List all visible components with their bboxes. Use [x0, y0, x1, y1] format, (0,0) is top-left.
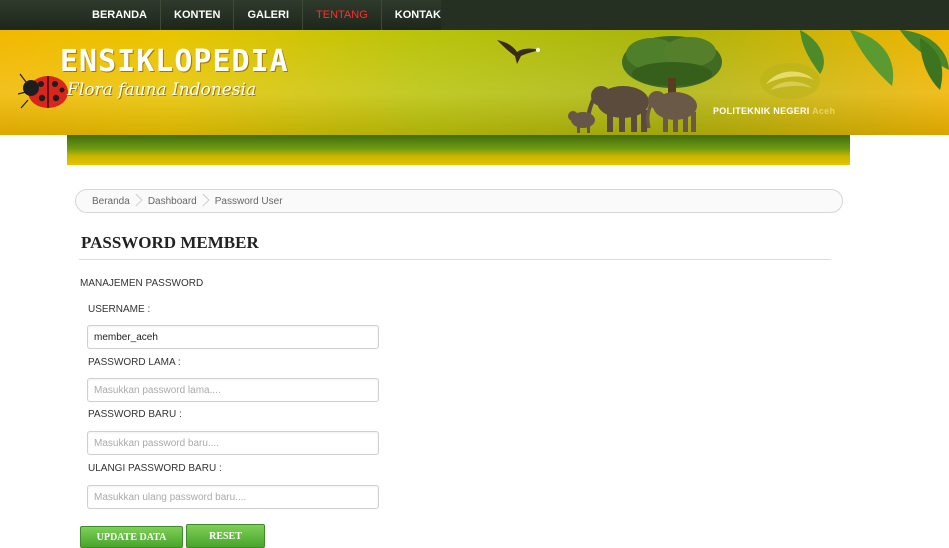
breadcrumb-password-user: Password User [214, 195, 283, 207]
breadcrumb: Beranda Dashboard Password User [75, 189, 843, 213]
nav-item-tentang[interactable]: TENTANG [303, 0, 382, 30]
top-navigation-bar: BERANDA KONTEN GALERI TENTANG KONTAK [0, 0, 949, 30]
section-label: MANAJEMEN PASSWORD [80, 278, 204, 289]
nav-item-galeri[interactable]: GALERI [234, 0, 304, 30]
institution-name: POLITEKNIK NEGERI Aceh [713, 106, 835, 116]
institution-name-suffix: Aceh [812, 106, 836, 116]
page-title: PASSWORD MEMBER [81, 233, 259, 252]
elephants-icon [568, 86, 697, 133]
institution-name-text: POLITEKNIK NEGERI [713, 106, 810, 116]
header-green-strip [67, 135, 850, 165]
reset-button[interactable]: RESET [186, 524, 265, 548]
main-nav: BERANDA KONTEN GALERI TENTANG KONTAK [79, 0, 455, 30]
update-data-button[interactable]: UPDATE DATA [80, 526, 183, 548]
header-banner: ENSIKLOPEDIA Flora fauna Indonesia POLIT… [0, 30, 949, 135]
site-logo-title: ENSIKLOPEDIA [60, 44, 289, 79]
repeat-password-field[interactable] [87, 485, 379, 509]
nav-item-beranda[interactable]: BERANDA [79, 0, 161, 30]
new-password-field[interactable] [87, 431, 379, 455]
title-divider [79, 259, 831, 260]
site-logo-subtitle: Flora fauna Indonesia [67, 80, 257, 100]
breadcrumb-beranda[interactable]: Beranda [86, 196, 142, 207]
username-field[interactable] [87, 325, 379, 349]
eagle-icon [497, 40, 541, 64]
breadcrumb-dashboard[interactable]: Dashboard [142, 196, 209, 207]
old-password-label: PASSWORD LAMA : [88, 357, 181, 368]
new-password-label: PASSWORD BARU : [88, 409, 182, 420]
username-label: USERNAME : [88, 304, 151, 315]
old-password-field[interactable] [87, 378, 379, 402]
repeat-password-label: ULANGI PASSWORD BARU : [88, 463, 222, 474]
politeknik-logo-icon [760, 63, 820, 99]
nav-item-konten[interactable]: KONTEN [161, 0, 235, 30]
nav-filler [441, 0, 949, 30]
